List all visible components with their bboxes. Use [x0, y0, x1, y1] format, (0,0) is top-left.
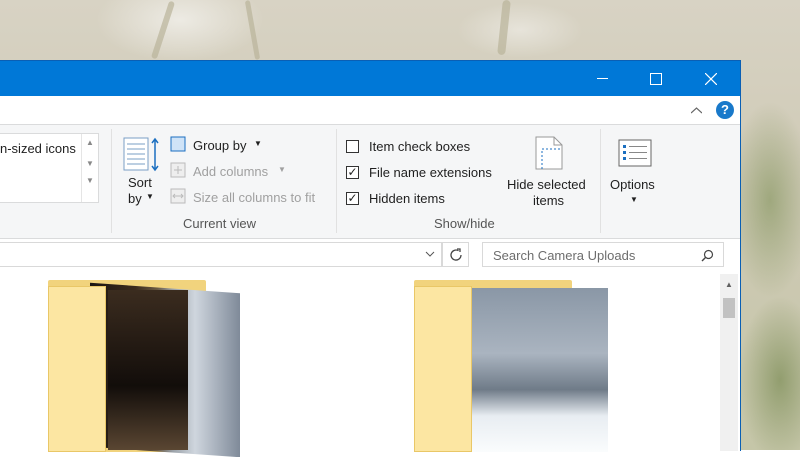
scroll-up-icon[interactable]: ▲: [725, 280, 733, 289]
hide-selected-icon: [535, 136, 563, 170]
folder-item[interactable]: [48, 280, 248, 457]
item-check-boxes-checkbox[interactable]: [346, 140, 359, 153]
sort-by-icon: [123, 137, 159, 172]
hidden-items-option[interactable]: ✓ Hidden items: [346, 190, 466, 208]
hide-selected-items-button[interactable]: Hide selected items: [504, 133, 594, 213]
minimize-icon: [596, 78, 608, 79]
scrollbar-thumb[interactable]: [723, 298, 735, 318]
options-button[interactable]: Options ▼: [608, 133, 664, 213]
item-check-boxes-option[interactable]: Item check boxes: [346, 138, 486, 156]
folder-thumbnail-photo: [108, 290, 188, 450]
wallpaper-stem: [244, 0, 261, 60]
maximize-icon: [650, 72, 662, 85]
sort-by-button[interactable]: Sort by ▼: [120, 133, 160, 213]
group-by-label: Group by: [193, 138, 247, 153]
search-icon: [701, 249, 714, 262]
folder-front: [414, 286, 472, 452]
add-columns-label: Add columns: [193, 164, 269, 179]
current-view-group-label: Current view: [183, 216, 256, 231]
folder-front: [48, 286, 106, 452]
add-columns-button[interactable]: Add columns ▼: [170, 161, 290, 181]
chevron-down-icon: ▼: [146, 192, 154, 201]
ribbon-separator: [600, 129, 601, 233]
hidden-items-checkbox[interactable]: ✓: [346, 192, 359, 205]
file-name-extensions-option[interactable]: ✓ File name extensions: [346, 164, 501, 182]
hide-selected-line1: Hide selected: [507, 177, 586, 192]
ribbon-tab-strip: ?: [0, 96, 740, 124]
chevron-down-icon: ▼: [630, 195, 638, 204]
options-icon: [618, 139, 652, 167]
item-check-boxes-label: Item check boxes: [369, 139, 471, 154]
folder-thumbnail-photo: [458, 288, 608, 452]
chevron-down-icon[interactable]: [425, 251, 435, 258]
layout-option-medium-icons[interactable]: n-sized icons: [0, 141, 76, 156]
group-by-icon: [170, 136, 186, 152]
sort-by-label-line1: Sort: [128, 175, 152, 190]
size-all-columns-button[interactable]: Size all columns to fit: [170, 187, 330, 207]
size-columns-icon: [170, 188, 186, 204]
search-box[interactable]: Search Camera Uploads: [482, 242, 724, 267]
hide-selected-line2: items: [533, 193, 565, 208]
options-label: Options: [610, 177, 655, 192]
ribbon-separator: [111, 129, 112, 233]
vertical-scrollbar[interactable]: ▲: [720, 274, 738, 451]
chevron-down-icon: ▼: [254, 139, 262, 148]
help-icon[interactable]: ?: [716, 101, 734, 119]
search-input[interactable]: Search Camera Uploads: [493, 248, 635, 263]
refresh-icon: [450, 248, 462, 261]
refresh-button[interactable]: [442, 242, 469, 267]
wallpaper-stem: [150, 0, 176, 60]
chevron-down-icon: ▼: [278, 165, 286, 174]
title-bar[interactable]: [0, 61, 740, 96]
gallery-scroll[interactable]: ▲ ▼ ▼: [81, 134, 98, 202]
group-by-button[interactable]: Group by ▼: [170, 135, 270, 155]
minimize-button[interactable]: [579, 61, 625, 96]
collapse-ribbon-icon[interactable]: [691, 107, 702, 114]
ribbon-separator: [336, 129, 337, 233]
layout-gallery[interactable]: n-sized icons ▲ ▼ ▼: [0, 133, 99, 203]
file-explorer-window: ? n-sized icons ▲▼▼ Sort by ▼ Group by: [0, 60, 741, 457]
add-columns-icon: [170, 162, 186, 178]
wallpaper-stem: [497, 0, 511, 56]
hidden-items-label: Hidden items: [369, 191, 445, 206]
file-list-pane: [0, 274, 720, 457]
folder-item[interactable]: [414, 280, 614, 452]
address-bar[interactable]: [0, 242, 442, 267]
close-icon: [705, 72, 717, 85]
sort-by-label-line2: by: [128, 191, 142, 206]
maximize-button[interactable]: [633, 61, 679, 96]
close-button[interactable]: [688, 61, 734, 96]
ribbon-view: n-sized icons ▲ ▼ ▼ Sort by ▼ Group by ▼ A: [0, 124, 740, 239]
file-name-extensions-label: File name extensions: [369, 165, 492, 180]
size-all-columns-label: Size all columns to fit: [193, 190, 316, 205]
file-name-extensions-checkbox[interactable]: ✓: [346, 166, 359, 179]
show-hide-group-label: Show/hide: [434, 216, 495, 231]
